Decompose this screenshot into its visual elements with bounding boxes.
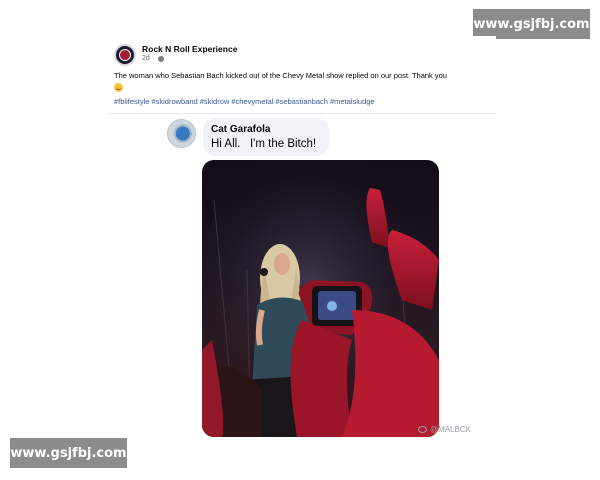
hashtag-link[interactable]: #chevymetal <box>231 97 273 106</box>
post-timestamp[interactable]: 2d · <box>142 55 154 62</box>
hashtag-link[interactable]: #fblifestyle <box>114 97 149 106</box>
comment-text: Hi All. I'm the Bitch! <box>211 138 317 150</box>
hashtag-link[interactable]: #metalsludge <box>330 97 375 106</box>
post-card: Rock N Roll Experience 2d · The woman wh… <box>108 36 496 118</box>
smile-emoji-icon <box>114 83 123 93</box>
comment-bubble: Cat Garafola Hi All. I'm the Bitch! <box>203 118 329 156</box>
watermark-bottom: www.gsjfbj.com <box>10 438 127 468</box>
hashtag-link[interactable]: #skidrow <box>200 97 230 106</box>
page-name-link[interactable]: Rock N Roll Experience <box>142 44 237 54</box>
post-divider <box>108 113 496 114</box>
hashtag-list: #fblifestyle #skidrowband #skidrow #chev… <box>114 97 375 106</box>
hashtag-link[interactable]: #sebastianbach <box>275 97 328 106</box>
post-body: The woman who Sebastian Bach kicked out … <box>114 71 447 80</box>
weibo-icon <box>418 426 427 433</box>
concert-photo-illustration <box>202 160 439 437</box>
comment-photo[interactable] <box>202 160 439 437</box>
commenter-name-link[interactable]: Cat Garafola <box>211 124 270 135</box>
post-meta: 2d · <box>142 55 165 62</box>
watermark-top: www.gsjfbj.com <box>473 9 590 39</box>
commenter-avatar[interactable] <box>167 119 196 148</box>
page-avatar[interactable] <box>114 44 136 66</box>
photo-credit: @MALBCK <box>418 425 471 434</box>
hashtag-link[interactable]: #skidrowband <box>151 97 197 106</box>
page-logo-icon <box>119 49 131 61</box>
post-text: The woman who Sebastian Bach kicked out … <box>114 70 492 93</box>
globe-icon <box>158 55 165 62</box>
photo-credit-text: @MALBCK <box>430 425 472 434</box>
